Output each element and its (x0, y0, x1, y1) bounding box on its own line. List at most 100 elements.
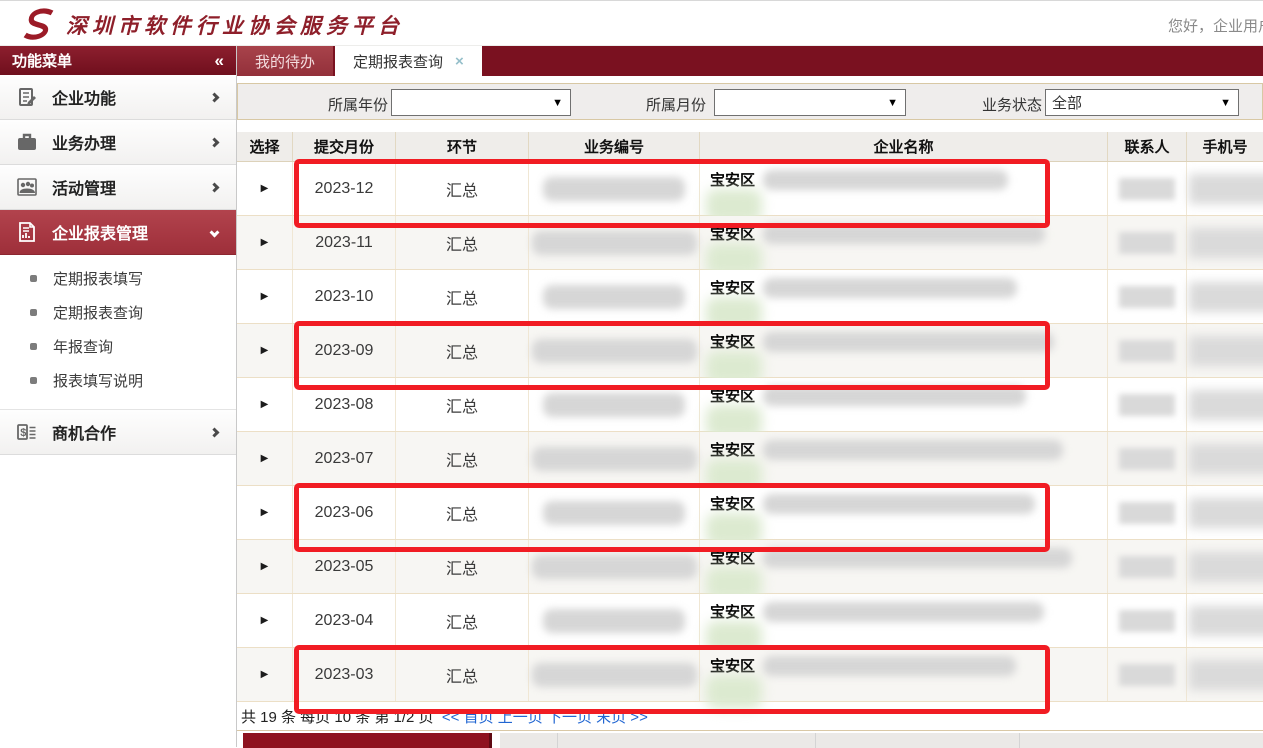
row-stage-cell: 汇总 (396, 378, 529, 431)
table-body: ▶ 2023-12 汇总 宝安区 (237, 162, 1263, 702)
expand-row-icon[interactable]: ▶ (261, 615, 269, 626)
table-row: ▶ 2023-06 汇总 宝安区 (237, 486, 1263, 540)
row-contact-cell (1108, 432, 1187, 485)
table-row: ▶ 2023-11 汇总 宝安区 (237, 216, 1263, 270)
row-stage-cell: 汇总 (396, 432, 529, 485)
pagination-summary: 共 19 条 每页 10 条 第 1/2 页 (241, 706, 434, 727)
expand-row-icon[interactable]: ▶ (261, 291, 269, 302)
expand-row-icon[interactable]: ▶ (261, 507, 269, 518)
year-filter-select[interactable]: ▼ (391, 89, 571, 116)
table-row: ▶ 2023-09 汇总 宝安区 (237, 324, 1263, 378)
row-select-cell[interactable]: ▶ (237, 432, 293, 485)
main-content: 我的待办 定期报表查询 × 所属年份 ▼ 所属月份 ▼ 业务状态 全部 ▼ 选择… (237, 46, 1263, 747)
submenu-item-annual-report-query[interactable]: 年报查询 (0, 329, 236, 363)
tab-my-todo[interactable]: 我的待办 (237, 46, 333, 76)
row-company-cell: 宝安区 (700, 270, 1108, 323)
row-contact-cell (1108, 486, 1187, 539)
company-district: 宝安区 (710, 223, 755, 244)
phone-redacted (1189, 336, 1263, 366)
company-name-redacted (763, 440, 1063, 460)
row-select-cell[interactable]: ▶ (237, 270, 293, 323)
submenu-item-periodic-report-fill[interactable]: 定期报表填写 (0, 261, 236, 295)
row-select-cell[interactable]: ▶ (237, 378, 293, 431)
chevron-right-icon (210, 137, 220, 147)
row-business-no-cell (529, 216, 700, 269)
expand-row-icon[interactable]: ▶ (261, 669, 269, 680)
table-row: ▶ 2023-12 汇总 宝安区 (237, 162, 1263, 216)
row-select-cell[interactable]: ▶ (237, 216, 293, 269)
company-district: 宝安区 (710, 493, 755, 514)
page-title: 深圳市软件行业协会服务平台 (66, 10, 404, 40)
row-month-cell: 2023-04 (293, 594, 396, 647)
sidebar-item-label: 活动管理 (52, 175, 211, 199)
filter-bar: 所属年份 ▼ 所属月份 ▼ 业务状态 全部 ▼ (237, 83, 1263, 120)
expand-row-icon[interactable]: ▶ (261, 399, 269, 410)
column-header-select: 选择 (237, 132, 293, 161)
row-month-cell: 2023-10 (293, 270, 396, 323)
sidebar-item-activity-management[interactable]: 活动管理 (0, 165, 236, 210)
row-select-cell[interactable]: ▶ (237, 540, 293, 593)
expand-row-icon[interactable]: ▶ (261, 345, 269, 356)
contact-redacted (1119, 610, 1175, 632)
row-company-cell: 宝安区 (700, 540, 1108, 593)
row-month: 2023-06 (315, 504, 374, 522)
row-stage-cell: 汇总 (396, 594, 529, 647)
row-select-cell[interactable]: ▶ (237, 648, 293, 701)
row-phone-cell (1187, 162, 1263, 215)
column-header-phone: 手机号 (1187, 132, 1263, 161)
first-page-link[interactable]: << 首页 (442, 706, 494, 727)
row-month: 2023-04 (315, 612, 374, 630)
briefcase-icon (14, 129, 40, 155)
row-select-cell[interactable]: ▶ (237, 486, 293, 539)
status-filter-select[interactable]: 全部 ▼ (1045, 89, 1239, 116)
bottom-strip (237, 730, 1263, 747)
sidebar-item-enterprise-reports[interactable]: 企业报表管理 (0, 210, 236, 255)
row-phone-cell (1187, 486, 1263, 539)
sidebar-item-label: 企业功能 (52, 85, 211, 109)
expand-row-icon[interactable]: ▶ (261, 183, 269, 194)
sidebar-item-label: 业务办理 (52, 130, 211, 154)
sidebar-item-enterprise-functions[interactable]: 企业功能 (0, 75, 236, 120)
last-page-link[interactable]: 末页 >> (596, 706, 648, 727)
submenu-item-report-fill-instructions[interactable]: 报表填写说明 (0, 363, 236, 397)
expand-row-icon[interactable]: ▶ (261, 453, 269, 464)
row-business-no-cell (529, 594, 700, 647)
sidebar-item-business-cooperation[interactable]: $ 商机合作 (0, 410, 236, 455)
company-district: 宝安区 (710, 385, 755, 406)
expand-row-icon[interactable]: ▶ (261, 237, 269, 248)
row-month: 2023-09 (315, 342, 374, 360)
submenu-item-label: 报表填写说明 (53, 370, 143, 391)
row-month-cell: 2023-09 (293, 324, 396, 377)
company-district: 宝安区 (710, 331, 755, 352)
row-select-cell[interactable]: ▶ (237, 594, 293, 647)
chevron-right-icon (210, 92, 220, 102)
company-name-redacted (763, 332, 1054, 352)
row-phone-cell (1187, 648, 1263, 701)
contact-redacted (1119, 502, 1175, 524)
row-phone-cell (1187, 432, 1263, 485)
close-tab-icon[interactable]: × (455, 53, 464, 70)
divider (815, 733, 816, 748)
title-bar: 深圳市软件行业协会服务平台 您好，企业用户 (0, 0, 1263, 46)
collapse-sidebar-icon[interactable]: « (215, 51, 224, 71)
next-page-link[interactable]: 下一页 (547, 706, 592, 727)
report-submenu: 定期报表填写 定期报表查询 年报查询 报表填写说明 (0, 255, 236, 410)
company-name-redacted (763, 386, 1026, 406)
expand-row-icon[interactable]: ▶ (261, 561, 269, 572)
row-select-cell[interactable]: ▶ (237, 324, 293, 377)
month-filter-select[interactable]: ▼ (714, 89, 906, 116)
row-company-cell: 宝安区 (700, 648, 1108, 701)
association-logo-icon (22, 7, 60, 41)
company-name-redacted (763, 656, 1016, 676)
tab-label: 我的待办 (255, 51, 315, 72)
tab-periodic-report-query[interactable]: 定期报表查询 × (335, 46, 482, 76)
dropdown-caret-icon: ▼ (552, 97, 563, 109)
company-district: 宝安区 (710, 169, 755, 190)
prev-page-link[interactable]: 上一页 (498, 706, 543, 727)
submenu-item-periodic-report-query[interactable]: 定期报表查询 (0, 295, 236, 329)
bullet-icon (30, 309, 37, 316)
table-row: ▶ 2023-07 汇总 宝安区 (237, 432, 1263, 486)
sidebar-item-business-handling[interactable]: 业务办理 (0, 120, 236, 165)
status-filter-value: 全部 (1052, 92, 1082, 113)
row-select-cell[interactable]: ▶ (237, 162, 293, 215)
